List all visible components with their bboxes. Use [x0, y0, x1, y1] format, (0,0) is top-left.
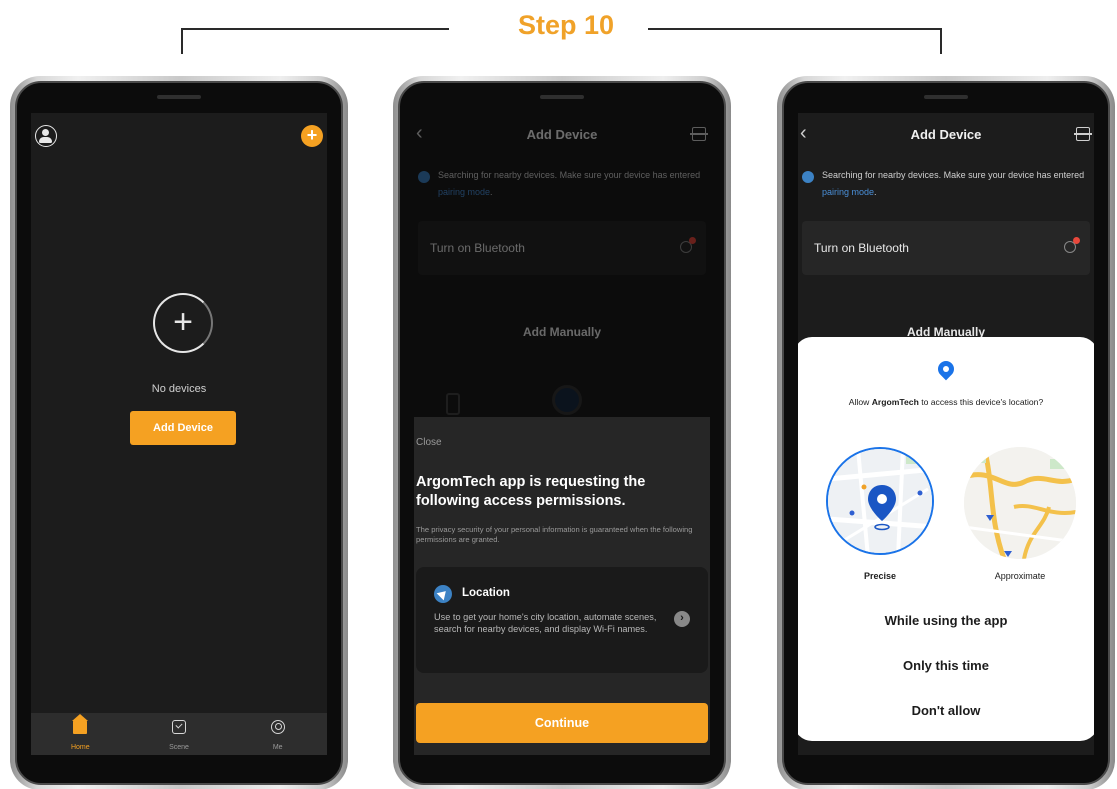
avatar-icon[interactable]: [35, 125, 57, 147]
dialog-question: Allow ArgomTech to access this device's …: [798, 397, 1094, 407]
step-title: Step 10: [517, 10, 615, 40]
permission-heading: ArgomTech app is requesting the followin…: [416, 474, 646, 509]
search-hint: Searching for nearby devices. Make sure …: [822, 167, 1088, 201]
searching-spinner-icon: [802, 171, 814, 183]
bracket-right-vertical: [940, 28, 942, 54]
permission-description: Use to get your home's city location, au…: [434, 612, 657, 634]
approximate-map-icon: [964, 447, 1076, 559]
page-title: Add Device: [910, 127, 982, 142]
tab-me[interactable]: Me: [228, 713, 327, 755]
bluetooth-label: Turn on Bluetooth: [814, 241, 909, 255]
tab-scene-label: Scene: [169, 744, 189, 751]
speaker: [157, 95, 201, 99]
location-arrow-icon: [434, 585, 452, 603]
chevron-right-icon[interactable]: ›: [674, 611, 690, 627]
while-using-app-option[interactable]: While using the app: [798, 613, 1094, 628]
speaker: [540, 95, 584, 99]
bluetooth-toggle-icon[interactable]: [1064, 237, 1080, 253]
tab-me-label: Me: [272, 744, 283, 751]
approximate-label: Approximate: [994, 571, 1046, 581]
pairing-mode-link[interactable]: pairing mode: [822, 187, 874, 197]
speaker: [924, 95, 968, 99]
phone-permissions: ‹ Add Device Searching for nearby device…: [393, 76, 731, 789]
add-plus-icon[interactable]: +: [301, 125, 323, 147]
search-hint-end: .: [874, 187, 877, 197]
add-device-circle-icon[interactable]: +: [153, 293, 213, 353]
permission-sheet: Close ArgomTech app is requesting the fo…: [414, 417, 710, 755]
home-screen: + + No devices Add Device Home Scene Me: [31, 113, 327, 755]
phone-home: + + No devices Add Device Home Scene Me: [10, 76, 348, 789]
tab-home-label: Home: [70, 744, 90, 751]
dont-allow-option[interactable]: Don't allow: [798, 703, 1094, 718]
location-permission-card[interactable]: Location Use to get your home's city loc…: [416, 567, 708, 673]
location-permission-dialog: Allow ArgomTech to access this device's …: [798, 337, 1094, 741]
phone-location-dialog: ‹ Add Device Searching for nearby device…: [777, 76, 1115, 789]
question-suffix: to access this device's location?: [918, 397, 1044, 407]
privacy-note: The privacy security of your personal in…: [416, 525, 693, 544]
scene-icon: [172, 720, 186, 734]
precise-label: Precise: [863, 571, 897, 581]
continue-button[interactable]: Continue: [416, 703, 708, 743]
phone-bezel: + + No devices Add Device Home Scene Me: [15, 81, 343, 785]
bracket-left-vertical: [181, 28, 183, 54]
only-this-time-option[interactable]: Only this time: [798, 658, 1094, 673]
bracket-left-horizontal: [181, 28, 449, 30]
question-prefix: Allow: [848, 397, 872, 407]
add-device-screen: ‹ Add Device Searching for nearby device…: [798, 113, 1094, 755]
bracket-right-horizontal: [648, 28, 942, 30]
search-hint-text: Searching for nearby devices. Make sure …: [822, 170, 1085, 180]
bluetooth-row[interactable]: Turn on Bluetooth: [802, 221, 1090, 275]
scan-icon[interactable]: [1074, 127, 1092, 141]
tab-scene[interactable]: Scene: [130, 713, 229, 755]
phone-bezel: ‹ Add Device Searching for nearby device…: [782, 81, 1110, 785]
add-device-button[interactable]: Add Device: [130, 411, 236, 445]
precise-map-icon: [828, 449, 932, 553]
tab-home[interactable]: Home: [31, 713, 130, 755]
no-devices-label: No devices: [151, 383, 207, 395]
phone-bezel: ‹ Add Device Searching for nearby device…: [398, 81, 726, 785]
app-name: ArgomTech: [871, 397, 919, 407]
me-icon: [270, 720, 285, 734]
tab-bar: Home Scene Me: [31, 713, 327, 755]
close-button[interactable]: Close: [416, 437, 442, 448]
location-pin-icon: [934, 357, 958, 381]
home-icon: [72, 714, 89, 734]
precise-map-option[interactable]: [826, 447, 934, 555]
add-device-screen: ‹ Add Device Searching for nearby device…: [414, 113, 710, 755]
approximate-map-option[interactable]: [964, 447, 1076, 559]
permission-title: Location: [462, 587, 510, 599]
